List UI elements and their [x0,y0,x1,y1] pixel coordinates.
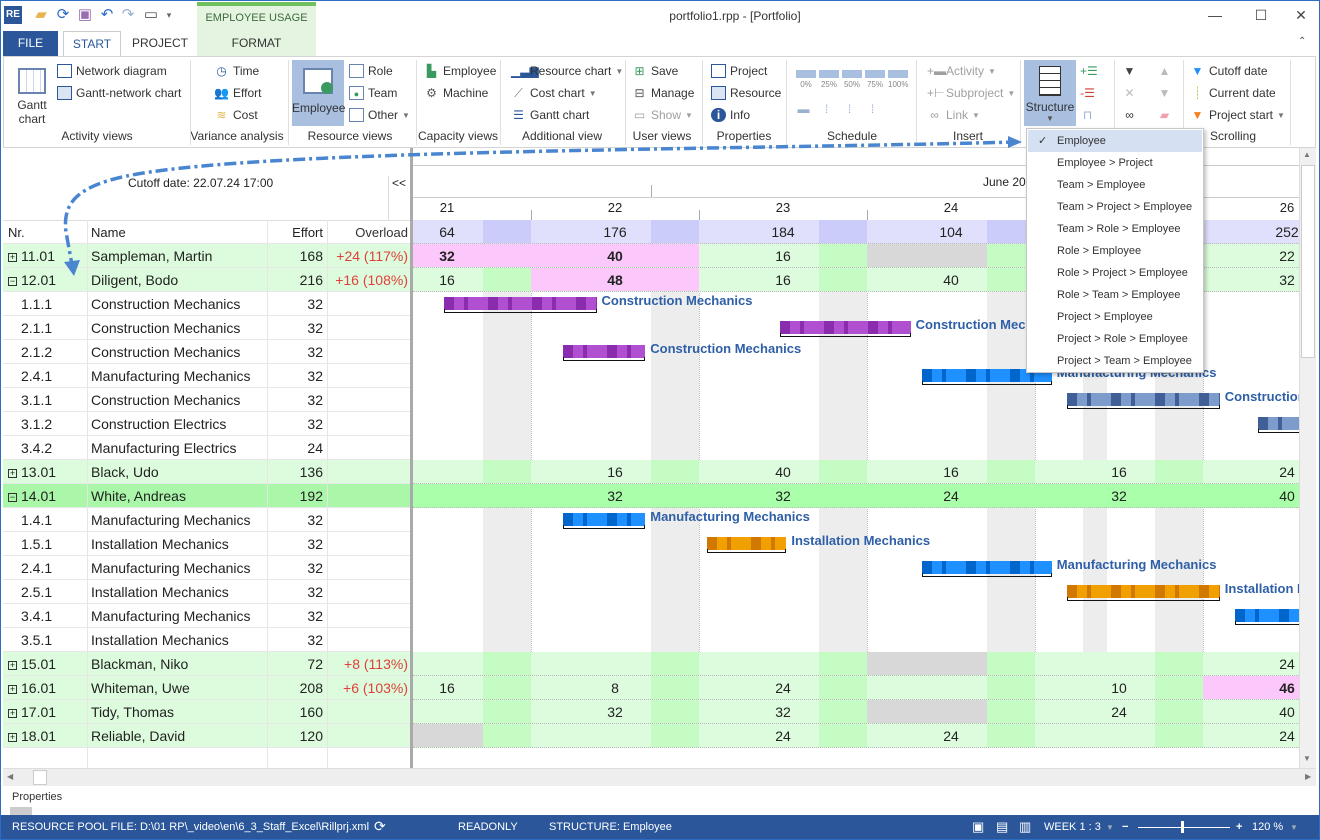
structure-option[interactable]: Role > Employee [1028,240,1202,262]
structure-option[interactable]: Role > Team > Employee [1028,284,1202,306]
structure-option-label: Team > Project > Employee [1057,201,1193,213]
structure-option[interactable]: Employee > Project [1028,152,1202,174]
structure-option-label: Role > Team > Employee [1057,289,1181,301]
structure-option[interactable]: Project > Role > Employee [1028,328,1202,350]
structure-option-label: Project > Team > Employee [1057,355,1192,367]
structure-option[interactable]: Role > Project > Employee [1028,262,1202,284]
structure-option[interactable]: Team > Employee [1028,174,1202,196]
structure-option-label: Employee > Project [1057,157,1153,169]
check-icon: ✓ [1038,135,1048,147]
structure-option-label: Employee [1057,135,1106,147]
structure-option[interactable]: Project > Team > Employee [1028,350,1202,372]
structure-option[interactable]: ✓ Employee [1028,130,1202,152]
structure-option-label: Team > Role > Employee [1057,223,1181,235]
structure-option-label: Role > Project > Employee [1057,267,1188,279]
structure-dropdown-menu: ✓ Employee Employee > Project Team > Employ… [1026,128,1204,373]
structure-option[interactable]: Team > Role > Employee [1028,218,1202,240]
annotation-arrow [63,136,1022,276]
structure-option-label: Role > Employee [1057,245,1142,257]
structure-option-label: Project > Employee [1057,311,1153,323]
structure-option-label: Project > Role > Employee [1057,333,1188,345]
structure-option[interactable]: Team > Project > Employee [1028,196,1202,218]
structure-option[interactable]: Project > Employee [1028,306,1202,328]
structure-option-label: Team > Employee [1057,179,1146,191]
